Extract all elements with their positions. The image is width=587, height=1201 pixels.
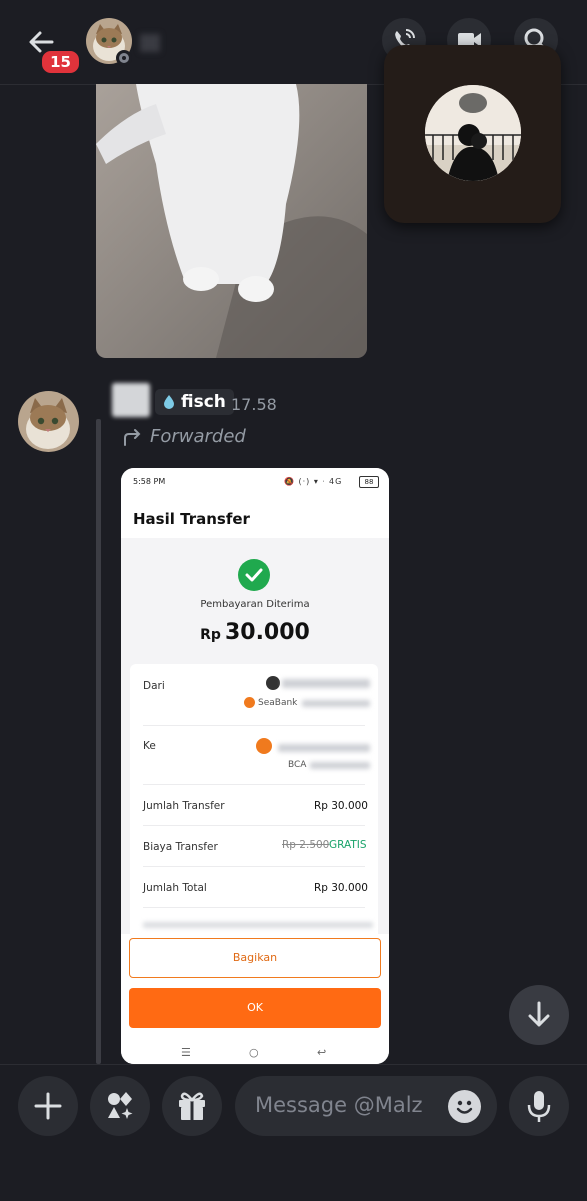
- attach-button[interactable]: [18, 1076, 78, 1136]
- check-icon: [245, 568, 263, 582]
- menu-nav-icon: ☰: [181, 1046, 191, 1059]
- seabank-logo-icon: [244, 697, 255, 708]
- divider: [143, 825, 365, 826]
- jump-to-latest-button[interactable]: [509, 985, 569, 1045]
- divider: [143, 725, 365, 726]
- recipient-avatar-icon: [256, 738, 272, 754]
- to-label: Ke: [143, 740, 156, 752]
- emoji-icon: [456, 1100, 473, 1114]
- recipient-bank: BCA: [288, 760, 307, 770]
- forward-arrow-icon: [124, 429, 141, 446]
- cut-off-row: [143, 922, 373, 928]
- contact-name-redacted: [140, 34, 160, 52]
- recipient-account-redacted: [310, 762, 370, 769]
- chevron-down-icon: [528, 1001, 550, 1027]
- message-input[interactable]: Message @Malz: [235, 1076, 497, 1136]
- ok-button: OK: [129, 988, 381, 1028]
- offline-status-indicator: [116, 50, 132, 66]
- forwarded-label: Forwarded: [150, 426, 246, 447]
- microphone-icon: [527, 1091, 551, 1122]
- fee-original: Rp 2.500: [282, 839, 330, 851]
- back-nav-icon: ↩: [317, 1046, 327, 1059]
- author-name-redacted: [112, 383, 150, 417]
- gift-icon: [179, 1092, 205, 1120]
- message-timestamp: 17.58: [231, 395, 277, 414]
- sender-account-redacted: [302, 700, 370, 707]
- status-icons: 🔕 (·) ▾ ᐧ 4G: [284, 477, 343, 486]
- sender-name-redacted: [282, 679, 370, 688]
- payment-status: Pembayaran Diterima: [200, 599, 310, 610]
- receipt-screenshot-attachment[interactable]: 5:58 PM 🔕 (·) ▾ ᐧ 4G 88 Hasil Transfer P…: [121, 468, 389, 1064]
- recipient-name-redacted: [278, 744, 370, 752]
- fee-free: GRATIS: [329, 839, 367, 851]
- forwarded-indicator: Forwarded: [122, 426, 246, 447]
- total-value: Rp 30.000: [313, 882, 368, 894]
- screenshot-status-bar: 5:58 PM 🔕 (·) ▾ ᐧ 4G 88: [121, 468, 389, 496]
- total-label: Jumlah Total: [143, 882, 207, 894]
- call-pip-window[interactable]: [384, 45, 561, 223]
- plus-icon: [34, 1092, 62, 1120]
- receipt-title: Hasil Transfer: [133, 510, 250, 528]
- transfer-amount-value: Rp 30.000: [313, 800, 368, 812]
- gift-button[interactable]: [162, 1076, 222, 1136]
- payment-amount: Rp 30.000: [121, 620, 389, 645]
- forwarded-bar: [96, 419, 101, 1064]
- amount-value: 30.000: [224, 620, 310, 645]
- divider: [143, 866, 365, 867]
- amount-currency: Rp: [200, 627, 221, 643]
- water-drop-icon: [164, 395, 174, 409]
- divider: [143, 784, 365, 785]
- server-tag-label: fisch: [181, 392, 226, 412]
- home-nav-icon: ○: [249, 1046, 259, 1059]
- transfer-amount-label: Jumlah Transfer: [143, 800, 225, 812]
- sender-avatar: [266, 676, 280, 690]
- receipt-details-card: Dari SeaBank Ke BCA Jumlah Transfer Rp 3…: [130, 664, 378, 944]
- server-tag[interactable]: fisch: [155, 389, 234, 415]
- sender-bank: SeaBank: [258, 698, 298, 708]
- image-attachment[interactable]: [96, 84, 367, 358]
- screenshot-time: 5:58 PM: [133, 477, 166, 486]
- apps-icon: [108, 1092, 133, 1119]
- battery-indicator: 88: [359, 476, 379, 488]
- pip-user-avatar: [425, 85, 521, 181]
- emoji-button[interactable]: [448, 1090, 481, 1123]
- success-check-icon: [238, 559, 270, 591]
- from-label: Dari: [143, 680, 165, 692]
- message-author-avatar[interactable]: [18, 391, 79, 452]
- share-button: Bagikan: [129, 938, 381, 978]
- divider: [143, 907, 365, 908]
- fee-label: Biaya Transfer: [143, 841, 218, 853]
- message-placeholder: Message @Malz: [255, 1093, 423, 1117]
- unread-badge: 15: [40, 49, 81, 75]
- apps-button[interactable]: [90, 1076, 150, 1136]
- voice-message-button[interactable]: [509, 1076, 569, 1136]
